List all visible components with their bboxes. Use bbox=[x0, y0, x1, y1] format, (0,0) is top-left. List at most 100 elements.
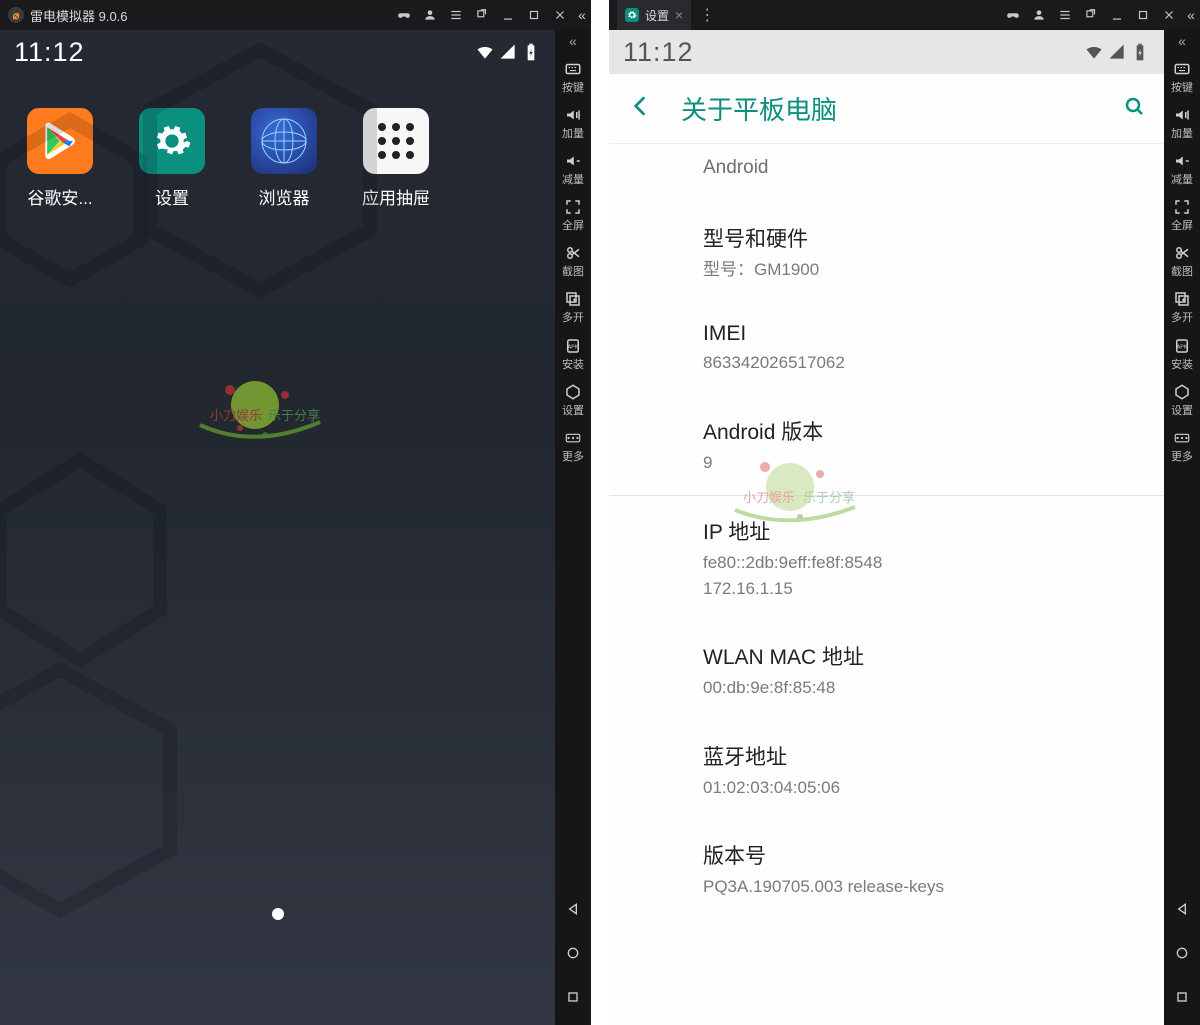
side-multi-instance[interactable]: 多开 bbox=[1164, 282, 1200, 328]
app-settings[interactable]: 设置 bbox=[130, 108, 214, 209]
search-button[interactable] bbox=[1122, 94, 1146, 123]
page-title: 关于平板电脑 bbox=[653, 90, 1122, 127]
close-icon[interactable] bbox=[547, 0, 573, 30]
popout-icon[interactable] bbox=[1078, 0, 1104, 30]
side-volume-down[interactable]: 减量 bbox=[555, 144, 591, 190]
app-label: 谷歌安... bbox=[27, 184, 92, 209]
side-toolbar-right: « 按键 加量 减量 全屏 截图 多开 APK安装 设置 更多 bbox=[1164, 30, 1200, 1025]
nav-home-icon[interactable] bbox=[565, 945, 581, 961]
titlebar-right: 设置 × ⋮ « bbox=[609, 0, 1200, 30]
minimize-icon[interactable] bbox=[495, 0, 521, 30]
status-bar: 11:12 bbox=[0, 30, 555, 74]
app-drawer-icon bbox=[363, 108, 429, 174]
collapse-icon[interactable]: « bbox=[573, 0, 591, 30]
item-android-version[interactable]: Android 版本 9 bbox=[609, 396, 1164, 497]
status-bar: 11:12 bbox=[609, 30, 1164, 74]
app-label: 设置 bbox=[155, 184, 189, 209]
nav-home-icon[interactable] bbox=[1174, 945, 1190, 961]
browser-icon bbox=[251, 108, 317, 174]
svg-text:APK: APK bbox=[1177, 344, 1188, 350]
maximize-icon[interactable] bbox=[1130, 0, 1156, 30]
side-volume-up[interactable]: 加量 bbox=[1164, 98, 1200, 144]
back-button[interactable] bbox=[627, 93, 653, 124]
side-fullscreen[interactable]: 全屏 bbox=[555, 190, 591, 236]
account-icon[interactable] bbox=[1026, 0, 1052, 30]
home-screen: 11:12 谷歌安... bbox=[0, 30, 555, 1025]
item-mac-address[interactable]: WLAN MAC 地址 00:db:9e:8f:85:48 bbox=[609, 621, 1164, 721]
titlebar-left: ⌀ 雷电模拟器 9.0.6 « bbox=[0, 0, 591, 30]
side-settings[interactable]: 设置 bbox=[555, 375, 591, 421]
item-imei[interactable]: IMEI 863342026517062 bbox=[609, 302, 1164, 396]
status-time: 11:12 bbox=[14, 37, 85, 68]
collapse-icon[interactable]: « bbox=[1182, 0, 1200, 30]
side-install-apk[interactable]: APK安装 bbox=[555, 329, 591, 375]
side-fullscreen[interactable]: 全屏 bbox=[1164, 190, 1200, 236]
side-install-apk[interactable]: APK安装 bbox=[1164, 329, 1200, 375]
svg-text:APK: APK bbox=[568, 344, 579, 350]
item-ip-address[interactable]: IP 地址 fe80::2db:9eff:fe8f:8548 172.16.1.… bbox=[609, 496, 1164, 621]
item-model[interactable]: 型号和硬件 型号：GM1900 bbox=[609, 203, 1164, 303]
side-settings[interactable]: 设置 bbox=[1164, 375, 1200, 421]
tab-close-icon[interactable]: × bbox=[675, 7, 683, 23]
tab-menu-icon[interactable]: ⋮ bbox=[691, 5, 723, 25]
page-indicator bbox=[272, 908, 284, 920]
side-volume-down[interactable]: 减量 bbox=[1164, 144, 1200, 190]
nav-recent-icon[interactable] bbox=[565, 989, 581, 1005]
collapse-toolbar-icon[interactable]: « bbox=[555, 30, 591, 52]
app-label: 应用抽屉 bbox=[362, 184, 430, 209]
nav-back-icon[interactable] bbox=[565, 901, 581, 917]
app-browser[interactable]: 浏览器 bbox=[242, 108, 326, 209]
status-icons bbox=[475, 42, 541, 62]
side-more[interactable]: 更多 bbox=[1164, 421, 1200, 467]
maximize-icon[interactable] bbox=[521, 0, 547, 30]
app-drawer[interactable]: 应用抽屉 bbox=[354, 108, 438, 209]
appbar: 关于平板电脑 bbox=[609, 74, 1164, 144]
wifi-icon bbox=[1084, 42, 1104, 62]
side-screenshot[interactable]: 截图 bbox=[1164, 236, 1200, 282]
svg-text:乐于分享: 乐于分享 bbox=[268, 408, 320, 423]
popout-icon[interactable] bbox=[469, 0, 495, 30]
settings-icon bbox=[139, 108, 205, 174]
app-logo-icon: ⌀ bbox=[8, 7, 24, 23]
minimize-icon[interactable] bbox=[1104, 0, 1130, 30]
menu-icon[interactable] bbox=[443, 0, 469, 30]
item-build-number[interactable]: 版本号 PQ3A.190705.003 release-keys bbox=[609, 820, 1164, 920]
gamepad-icon[interactable] bbox=[1000, 0, 1026, 30]
battery-icon bbox=[521, 42, 541, 62]
gamepad-icon[interactable] bbox=[391, 0, 417, 30]
settings-list[interactable]: Android 型号和硬件 型号：GM1900 IMEI 86334202651… bbox=[609, 144, 1164, 1025]
side-screenshot[interactable]: 截图 bbox=[555, 236, 591, 282]
window-title: 雷电模拟器 9.0.6 bbox=[30, 6, 128, 25]
signal-icon bbox=[1107, 42, 1127, 62]
emulator-right: 设置 × ⋮ « 11:12 bbox=[609, 0, 1200, 1025]
close-icon[interactable] bbox=[1156, 0, 1182, 30]
tab-settings-icon bbox=[625, 8, 639, 22]
tab-settings[interactable]: 设置 × bbox=[617, 0, 691, 30]
app-label: 浏览器 bbox=[259, 184, 310, 209]
nav-recent-icon[interactable] bbox=[1174, 989, 1190, 1005]
settings-screen: 11:12 关于平板电脑 Android 型号和硬件 型号 bbox=[609, 30, 1164, 1025]
svg-text:小刀娱乐: 小刀娱乐 bbox=[210, 408, 262, 423]
app-grid: 谷歌安... 设置 浏览器 bbox=[0, 74, 555, 209]
tab-label: 设置 bbox=[645, 7, 669, 24]
google-installer-icon bbox=[27, 108, 93, 174]
side-toolbar-left: « 按键 加量 减量 全屏 截图 多开 APK安装 设置 更多 bbox=[555, 30, 591, 1025]
side-more[interactable]: 更多 bbox=[555, 421, 591, 467]
account-icon[interactable] bbox=[417, 0, 443, 30]
nav-back-icon[interactable] bbox=[1174, 901, 1190, 917]
item-device-name[interactable]: Android bbox=[609, 144, 1164, 203]
wifi-icon bbox=[475, 42, 495, 62]
menu-icon[interactable] bbox=[1052, 0, 1078, 30]
battery-icon bbox=[1130, 42, 1150, 62]
app-google-installer[interactable]: 谷歌安... bbox=[18, 108, 102, 209]
status-icons bbox=[1084, 42, 1150, 62]
side-key-mapping[interactable]: 按键 bbox=[1164, 52, 1200, 98]
item-bluetooth-address[interactable]: 蓝牙地址 01:02:03:04:05:06 bbox=[609, 721, 1164, 821]
signal-icon bbox=[498, 42, 518, 62]
status-time: 11:12 bbox=[623, 37, 694, 68]
collapse-toolbar-icon[interactable]: « bbox=[1164, 30, 1200, 52]
side-key-mapping[interactable]: 按键 bbox=[555, 52, 591, 98]
emulator-left: ⌀ 雷电模拟器 9.0.6 « 11:12 bbox=[0, 0, 591, 1025]
side-volume-up[interactable]: 加量 bbox=[555, 98, 591, 144]
side-multi-instance[interactable]: 多开 bbox=[555, 282, 591, 328]
